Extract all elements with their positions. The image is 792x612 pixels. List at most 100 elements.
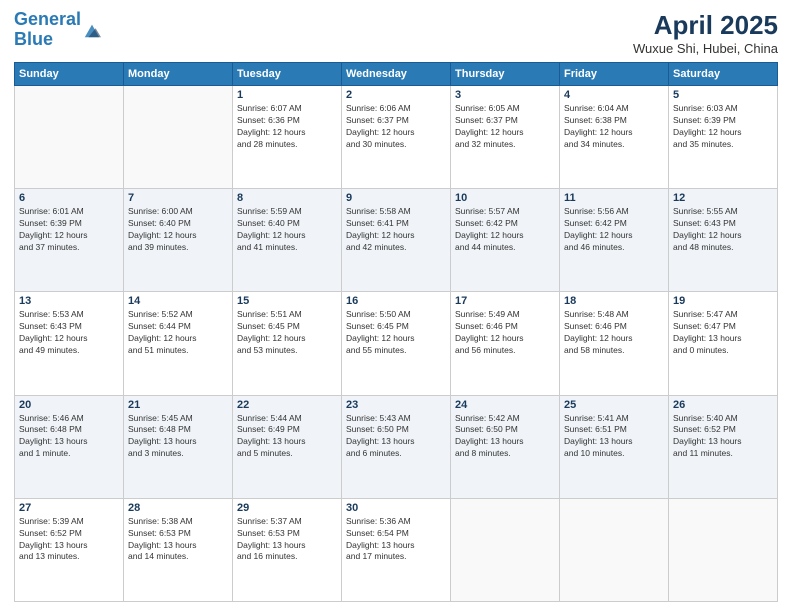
calendar-day-cell [15,86,124,189]
calendar-table: SundayMondayTuesdayWednesdayThursdayFrid… [14,62,778,602]
header: GeneralBlue April 2025 Wuxue Shi, Hubei,… [14,10,778,56]
day-number: 19 [673,295,773,307]
day-number: 26 [673,399,773,411]
day-number: 13 [19,295,119,307]
day-info: Sunrise: 5:57 AM Sunset: 6:42 PM Dayligh… [455,206,555,254]
day-number: 15 [237,295,337,307]
weekday-header-cell: Wednesday [342,63,451,86]
calendar-week-row: 1 Sunrise: 6:07 AM Sunset: 6:36 PM Daylig… [15,86,778,189]
sub-title: Wuxue Shi, Hubei, China [633,41,778,56]
day-info: Sunrise: 5:37 AM Sunset: 6:53 PM Dayligh… [237,516,337,564]
day-info: Sunrise: 6:01 AM Sunset: 6:39 PM Dayligh… [19,206,119,254]
calendar-day-cell: 14 Sunrise: 5:52 AM Sunset: 6:44 PM Dayli… [124,292,233,395]
day-info: Sunrise: 5:40 AM Sunset: 6:52 PM Dayligh… [673,413,773,461]
day-info: Sunrise: 5:46 AM Sunset: 6:48 PM Dayligh… [19,413,119,461]
calendar-week-row: 13 Sunrise: 5:53 AM Sunset: 6:43 PM Dayli… [15,292,778,395]
calendar-day-cell: 23Sunrise: 5:43 AM Sunset: 6:50 PM Dayli… [342,395,451,498]
day-info: Sunrise: 5:39 AM Sunset: 6:52 PM Dayligh… [19,516,119,564]
day-info: Sunrise: 5:48 AM Sunset: 6:46 PM Dayligh… [564,309,664,357]
day-number: 12 [673,192,773,204]
day-info: Sunrise: 5:51 AM Sunset: 6:45 PM Dayligh… [237,309,337,357]
day-number: 11 [564,192,664,204]
calendar-day-cell: 28 Sunrise: 5:38 AM Sunset: 6:53 PM Dayli… [124,498,233,601]
day-number: 1 [237,89,337,101]
calendar-day-cell: 27Sunrise: 5:39 AM Sunset: 6:52 PM Dayli… [15,498,124,601]
calendar-day-cell: 10Sunrise: 5:57 AM Sunset: 6:42 PM Dayli… [451,189,560,292]
day-number: 2 [346,89,446,101]
calendar-day-cell: 19 Sunrise: 5:47 AM Sunset: 6:47 PM Dayli… [669,292,778,395]
title-block: April 2025 Wuxue Shi, Hubei, China [633,10,778,56]
day-number: 5 [673,89,773,101]
calendar-day-cell: 4Sunrise: 6:04 AM Sunset: 6:38 PM Daylig… [560,86,669,189]
day-number: 17 [455,295,555,307]
calendar-day-cell [124,86,233,189]
day-number: 14 [128,295,228,307]
calendar-day-cell: 2Sunrise: 6:06 AM Sunset: 6:37 PM Daylig… [342,86,451,189]
weekday-header-cell: Tuesday [233,63,342,86]
calendar-day-cell: 25 Sunrise: 5:41 AM Sunset: 6:51 PM Dayli… [560,395,669,498]
day-info: Sunrise: 5:53 AM Sunset: 6:43 PM Dayligh… [19,309,119,357]
day-info: Sunrise: 5:58 AM Sunset: 6:41 PM Dayligh… [346,206,446,254]
day-number: 29 [237,502,337,514]
day-info: Sunrise: 5:36 AM Sunset: 6:54 PM Dayligh… [346,516,446,564]
calendar-day-cell: 9 Sunrise: 5:58 AM Sunset: 6:41 PM Daylig… [342,189,451,292]
calendar-day-cell: 8 Sunrise: 5:59 AM Sunset: 6:40 PM Daylig… [233,189,342,292]
weekday-header-cell: Monday [124,63,233,86]
day-number: 25 [564,399,664,411]
day-number: 20 [19,399,119,411]
calendar-day-cell: 12 Sunrise: 5:55 AM Sunset: 6:43 PM Dayli… [669,189,778,292]
day-info: Sunrise: 5:41 AM Sunset: 6:51 PM Dayligh… [564,413,664,461]
day-number: 9 [346,192,446,204]
calendar-week-row: 20 Sunrise: 5:46 AM Sunset: 6:48 PM Dayli… [15,395,778,498]
day-info: Sunrise: 5:55 AM Sunset: 6:43 PM Dayligh… [673,206,773,254]
calendar-day-cell: 22 Sunrise: 5:44 AM Sunset: 6:49 PM Dayli… [233,395,342,498]
weekday-header-cell: Saturday [669,63,778,86]
calendar-day-cell [451,498,560,601]
calendar-week-row: 6 Sunrise: 6:01 AM Sunset: 6:39 PM Daylig… [15,189,778,292]
day-number: 24 [455,399,555,411]
main-title: April 2025 [633,10,778,41]
day-info: Sunrise: 6:04 AM Sunset: 6:38 PM Dayligh… [564,103,664,151]
day-info: Sunrise: 5:59 AM Sunset: 6:40 PM Dayligh… [237,206,337,254]
day-info: Sunrise: 6:03 AM Sunset: 6:39 PM Dayligh… [673,103,773,151]
calendar-day-cell: 18Sunrise: 5:48 AM Sunset: 6:46 PM Dayli… [560,292,669,395]
day-info: Sunrise: 5:47 AM Sunset: 6:47 PM Dayligh… [673,309,773,357]
calendar-day-cell: 30 Sunrise: 5:36 AM Sunset: 6:54 PM Dayli… [342,498,451,601]
calendar-day-cell: 20 Sunrise: 5:46 AM Sunset: 6:48 PM Dayli… [15,395,124,498]
day-number: 16 [346,295,446,307]
calendar-day-cell: 26 Sunrise: 5:40 AM Sunset: 6:52 PM Dayli… [669,395,778,498]
day-info: Sunrise: 5:45 AM Sunset: 6:48 PM Dayligh… [128,413,228,461]
day-number: 23 [346,399,446,411]
day-info: Sunrise: 6:07 AM Sunset: 6:36 PM Dayligh… [237,103,337,151]
day-info: Sunrise: 5:44 AM Sunset: 6:49 PM Dayligh… [237,413,337,461]
weekday-header-cell: Sunday [15,63,124,86]
day-info: Sunrise: 6:00 AM Sunset: 6:40 PM Dayligh… [128,206,228,254]
day-number: 28 [128,502,228,514]
weekday-header-row: SundayMondayTuesdayWednesdayThursdayFrid… [15,63,778,86]
logo-text: GeneralBlue [14,10,81,50]
day-number: 7 [128,192,228,204]
logo: GeneralBlue [14,10,101,50]
weekday-header-cell: Friday [560,63,669,86]
day-number: 22 [237,399,337,411]
day-number: 8 [237,192,337,204]
calendar-day-cell: 16 Sunrise: 5:50 AM Sunset: 6:45 PM Dayli… [342,292,451,395]
calendar-day-cell: 7 Sunrise: 6:00 AM Sunset: 6:40 PM Daylig… [124,189,233,292]
day-info: Sunrise: 5:38 AM Sunset: 6:53 PM Dayligh… [128,516,228,564]
calendar-day-cell: 15 Sunrise: 5:51 AM Sunset: 6:45 PM Dayli… [233,292,342,395]
calendar-day-cell: 6 Sunrise: 6:01 AM Sunset: 6:39 PM Daylig… [15,189,124,292]
calendar-day-cell: 24 Sunrise: 5:42 AM Sunset: 6:50 PM Dayli… [451,395,560,498]
day-info: Sunrise: 5:50 AM Sunset: 6:45 PM Dayligh… [346,309,446,357]
calendar-day-cell [669,498,778,601]
day-info: Sunrise: 6:05 AM Sunset: 6:37 PM Dayligh… [455,103,555,151]
calendar-day-cell: 21Sunrise: 5:45 AM Sunset: 6:48 PM Dayli… [124,395,233,498]
logo-icon [83,21,101,39]
day-number: 6 [19,192,119,204]
calendar-day-cell: 11Sunrise: 5:56 AM Sunset: 6:42 PM Dayli… [560,189,669,292]
day-info: Sunrise: 5:52 AM Sunset: 6:44 PM Dayligh… [128,309,228,357]
day-number: 30 [346,502,446,514]
day-info: Sunrise: 5:42 AM Sunset: 6:50 PM Dayligh… [455,413,555,461]
calendar-day-cell: 13 Sunrise: 5:53 AM Sunset: 6:43 PM Dayli… [15,292,124,395]
calendar-day-cell: 17Sunrise: 5:49 AM Sunset: 6:46 PM Dayli… [451,292,560,395]
day-number: 3 [455,89,555,101]
